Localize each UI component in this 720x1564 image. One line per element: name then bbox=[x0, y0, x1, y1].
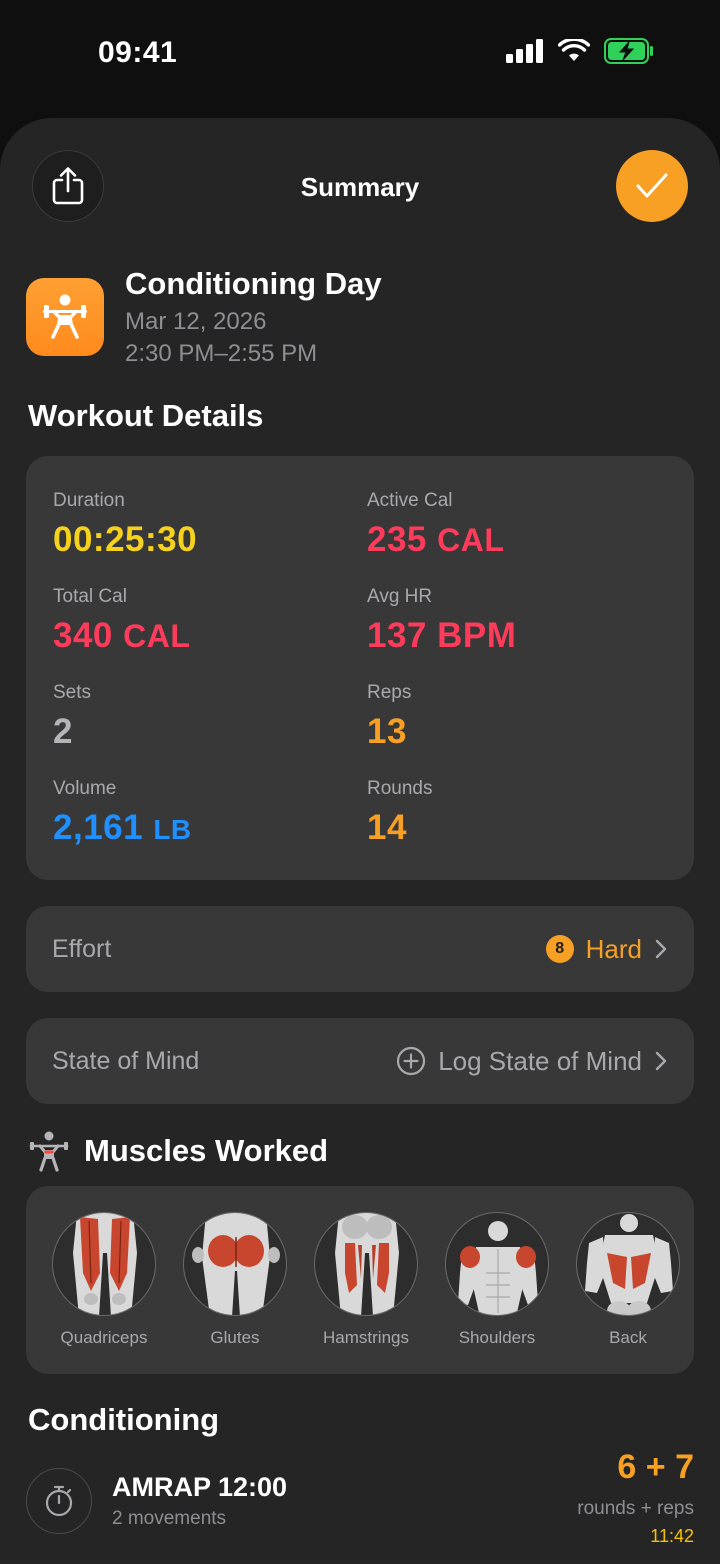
workout-details-card: Duration 00:25:30 Active Cal 235 CAL Tot… bbox=[26, 456, 694, 880]
conditioning-score: 6 + 7 bbox=[617, 1448, 694, 1486]
stat-value: 2 bbox=[53, 712, 73, 751]
muscle-label: Back bbox=[609, 1328, 647, 1347]
stat-label: Total Cal bbox=[53, 586, 127, 607]
muscle-item-glutes[interactable]: Glutes bbox=[183, 1212, 287, 1348]
status-time: 09:41 bbox=[98, 36, 178, 69]
quadriceps-icon bbox=[52, 1212, 156, 1316]
plus-circle-icon bbox=[397, 1046, 426, 1076]
weightlifting-icon bbox=[43, 294, 87, 339]
stat-avg-hr: Avg HR 137 BPM bbox=[367, 586, 516, 656]
stat-sets: Sets 2 bbox=[53, 682, 91, 752]
stat-reps: Reps 13 bbox=[367, 682, 411, 752]
muscle-label: Hamstrings bbox=[323, 1328, 409, 1347]
muscle-item-back[interactable]: Back bbox=[576, 1212, 680, 1348]
hamstrings-icon bbox=[314, 1212, 418, 1316]
conditioning-item[interactable]: AMRAP 12:00 2 movements 6 + 7 rounds + r… bbox=[26, 1448, 694, 1548]
conditioning-score-label: rounds + reps bbox=[577, 1498, 694, 1519]
stat-active-cal: Active Cal 235 CAL bbox=[367, 490, 504, 560]
back-icon bbox=[576, 1212, 680, 1316]
chevron-right-icon bbox=[655, 939, 667, 959]
stat-duration: Duration 00:25:30 bbox=[53, 490, 197, 560]
stat-label: Sets bbox=[53, 682, 92, 703]
state-of-mind-action-group: Log State of Mind bbox=[396, 1046, 668, 1077]
muscle-item-quadriceps[interactable]: Quadriceps bbox=[52, 1212, 156, 1348]
stat-unit: BPM bbox=[437, 616, 517, 655]
stat-value: 137 BPM bbox=[367, 616, 516, 656]
muscles-worked-header: Muscles Worked bbox=[28, 1130, 328, 1172]
log-state-of-mind-link: Log State of Mind bbox=[438, 1045, 642, 1076]
workout-time-range: 2:30 PM–2:55 PM bbox=[125, 340, 318, 367]
stat-value: 2,161 LB bbox=[53, 808, 192, 848]
muscles-worked-card: Quadriceps Glutes Hamstrings Shoulders B… bbox=[26, 1186, 694, 1374]
conditioning-heading: Conditioning bbox=[28, 1402, 220, 1437]
stopwatch-icon bbox=[26, 1468, 92, 1534]
stat-value: 00:25:30 bbox=[53, 520, 198, 559]
checkmark-icon bbox=[636, 173, 668, 198]
conditioning-subtitle: 2 movements bbox=[112, 1508, 227, 1529]
stat-unit: LB bbox=[153, 814, 192, 845]
muscle-label: Glutes bbox=[210, 1328, 260, 1347]
state-of-mind-label: State of Mind bbox=[52, 1046, 200, 1075]
done-button[interactable] bbox=[616, 150, 688, 222]
chevron-right-icon bbox=[655, 1051, 667, 1071]
effort-value: Hard bbox=[585, 933, 642, 964]
effort-value-group: 8 Hard bbox=[545, 933, 668, 965]
summary-sheet: Summary Conditioning Day Mar 12, 2026 2:… bbox=[0, 118, 720, 1564]
conditioning-title: AMRAP 12:00 bbox=[112, 1472, 288, 1502]
workout-date: Mar 12, 2026 bbox=[125, 308, 267, 335]
wifi-icon bbox=[558, 39, 590, 61]
stat-volume: Volume 2,161 LB bbox=[53, 778, 192, 848]
stat-label: Avg HR bbox=[367, 586, 433, 607]
stat-label: Volume bbox=[53, 778, 117, 799]
page-title: Summary bbox=[300, 172, 420, 202]
conditioning-elapsed-time: 11:42 bbox=[650, 1526, 694, 1546]
status-icons bbox=[506, 38, 654, 64]
effort-row[interactable]: Effort 8 Hard bbox=[26, 906, 694, 992]
status-bar: 09:41 bbox=[0, 0, 720, 110]
muscles-worked-heading: Muscles Worked bbox=[84, 1133, 329, 1168]
stat-label: Duration bbox=[53, 490, 125, 511]
cellular-signal-icon bbox=[506, 39, 543, 63]
stat-value: 235 CAL bbox=[367, 520, 504, 560]
stat-number: 137 bbox=[367, 616, 427, 655]
stat-number: 235 bbox=[367, 520, 427, 559]
glutes-icon bbox=[183, 1212, 287, 1316]
stat-unit: CAL bbox=[123, 618, 191, 654]
stat-value: 13 bbox=[367, 712, 407, 751]
workout-details-heading: Workout Details bbox=[28, 398, 264, 433]
stat-unit: CAL bbox=[437, 522, 505, 558]
effort-score-badge: 8 bbox=[545, 935, 574, 963]
workout-type-icon bbox=[26, 278, 104, 356]
body-muscles-icon bbox=[29, 1131, 69, 1172]
stat-total-cal: Total Cal 340 CAL bbox=[53, 586, 190, 656]
stat-number: 2,161 bbox=[53, 808, 144, 847]
state-of-mind-row[interactable]: State of Mind Log State of Mind bbox=[26, 1018, 694, 1104]
muscle-item-shoulders[interactable]: Shoulders bbox=[445, 1212, 549, 1348]
battery-charging-icon bbox=[604, 38, 653, 64]
stat-label: Rounds bbox=[367, 778, 433, 799]
stat-value: 340 CAL bbox=[53, 616, 190, 656]
shoulders-icon bbox=[445, 1212, 549, 1316]
muscle-label: Quadriceps bbox=[60, 1328, 148, 1347]
muscle-item-hamstrings[interactable]: Hamstrings bbox=[314, 1212, 418, 1348]
workout-name: Conditioning Day bbox=[125, 266, 382, 301]
muscle-label: Shoulders bbox=[458, 1328, 536, 1347]
stat-label: Reps bbox=[367, 682, 412, 703]
stat-value: 14 bbox=[367, 808, 407, 847]
stat-label: Active Cal bbox=[367, 490, 453, 511]
stat-number: 340 bbox=[53, 616, 113, 655]
effort-label: Effort bbox=[52, 934, 112, 963]
stat-rounds: Rounds 14 bbox=[367, 778, 433, 848]
